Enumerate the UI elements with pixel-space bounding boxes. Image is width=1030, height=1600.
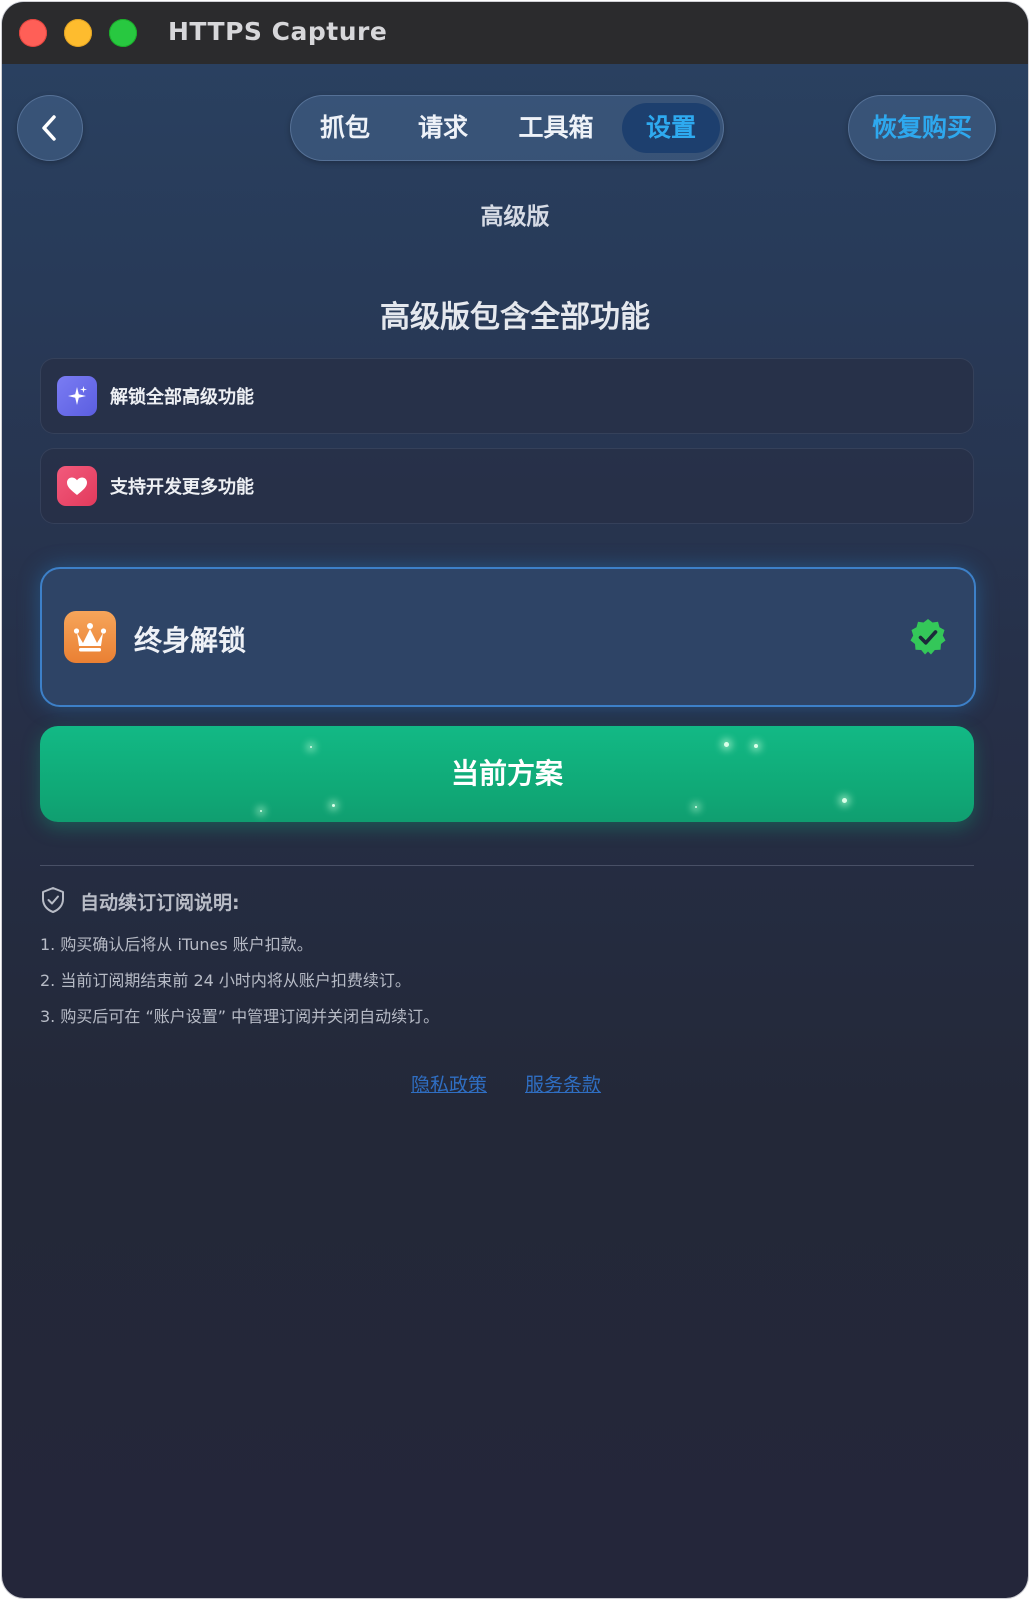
feature-label: 支持开发更多功能 bbox=[110, 477, 254, 498]
close-window-button[interactable] bbox=[19, 19, 47, 47]
zoom-window-button[interactable] bbox=[109, 19, 137, 47]
tab-settings[interactable]: 设置 bbox=[622, 103, 720, 153]
tab-bar: 抓包 请求 工具箱 设置 bbox=[290, 95, 724, 161]
minimize-window-button[interactable] bbox=[64, 19, 92, 47]
note-line: 2. 当前订阅期结束前 24 小时内将从账户扣费续订。 bbox=[40, 971, 411, 990]
sparkles-icon bbox=[57, 376, 97, 416]
subscription-notes-title: 自动续订订阅说明: bbox=[80, 892, 240, 914]
divider bbox=[40, 865, 974, 866]
tab-toolbox[interactable]: 工具箱 bbox=[508, 95, 604, 161]
lifetime-plan-card[interactable]: 终身解锁 bbox=[40, 567, 976, 707]
privacy-policy-link[interactable]: 隐私政策 bbox=[411, 1070, 487, 1097]
verified-check-icon bbox=[910, 619, 946, 655]
heart-icon bbox=[57, 466, 97, 506]
app-window: HTTPS Capture 抓包 请求 工具箱 设置 恢复购买 高级版 高级版包… bbox=[2, 2, 1028, 1598]
plan-label: 终身解锁 bbox=[134, 624, 247, 657]
window-title: HTTPS Capture bbox=[168, 17, 388, 46]
page-subtitle: 高级版 bbox=[480, 204, 550, 230]
feature-support-dev: 支持开发更多功能 bbox=[40, 448, 974, 524]
current-plan-label: 当前方案 bbox=[450, 757, 563, 790]
back-button[interactable] bbox=[17, 95, 83, 161]
crown-icon bbox=[64, 611, 116, 663]
feature-unlock-all: 解锁全部高级功能 bbox=[40, 358, 974, 434]
restore-purchase-button[interactable]: 恢复购买 bbox=[848, 95, 996, 161]
terms-of-service-link[interactable]: 服务条款 bbox=[525, 1070, 601, 1097]
tab-capture[interactable]: 抓包 bbox=[310, 95, 380, 161]
current-plan-button[interactable]: 当前方案 bbox=[40, 726, 974, 822]
feature-label: 解锁全部高级功能 bbox=[110, 387, 254, 408]
title-bar: HTTPS Capture bbox=[2, 2, 1028, 64]
note-line: 1. 购买确认后将从 iTunes 账户扣款。 bbox=[40, 935, 313, 954]
note-line: 3. 购买后可在 “账户设置” 中管理订阅并关闭自动续订。 bbox=[40, 1007, 440, 1026]
page-headline: 高级版包含全部功能 bbox=[380, 300, 650, 335]
shield-check-icon bbox=[42, 887, 64, 913]
tab-requests[interactable]: 请求 bbox=[408, 95, 478, 161]
chevron-left-icon bbox=[42, 115, 56, 141]
